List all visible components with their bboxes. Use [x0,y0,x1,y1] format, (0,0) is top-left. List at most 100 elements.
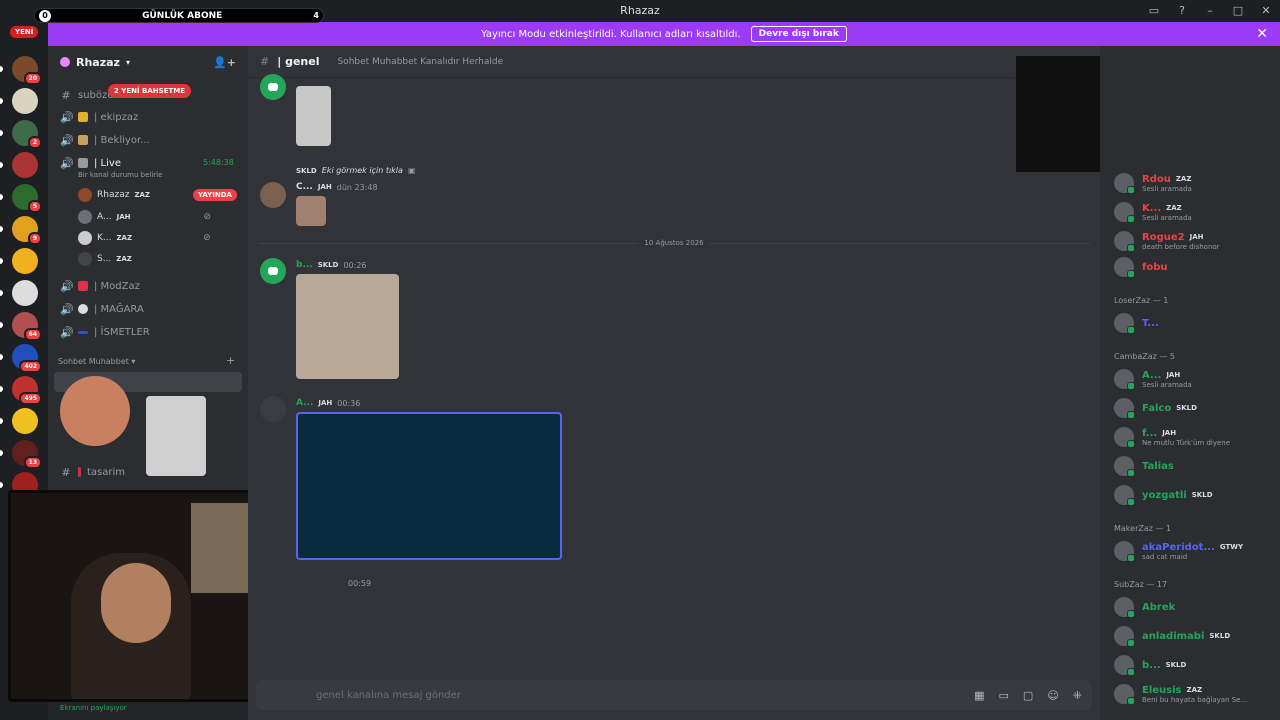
member-group-header: SubZaz — 17 [1114,580,1168,589]
member-name-row: Rdou ZAZ [1142,174,1192,185]
member-name-row: A... JAH [1142,370,1192,381]
member-text: b... SKLD [1142,660,1186,671]
member-name: Eleusis [1142,684,1182,696]
voice-member[interactable]: A... JAH ⊘ [78,208,211,226]
add-channel-icon[interactable]: + [226,354,235,367]
close-window-icon[interactable]: ✕ [1252,0,1280,22]
voice-member[interactable]: K... ZAZ ⊘ [78,229,211,247]
member-item[interactable]: fobu [1114,254,1274,280]
gift-icon[interactable]: ▦ [974,689,984,702]
server-icon[interactable]: 495 [12,376,42,405]
notice-text: Yayıncı Modu etkinleştirildi. Kullanıcı … [481,28,741,40]
minimize-icon[interactable]: – [1196,0,1224,22]
server-icon[interactable] [12,248,38,274]
jar-image[interactable] [296,86,331,146]
member-text: akaPeridot... GTWY sad cat maid [1142,542,1243,561]
avatar[interactable] [260,74,286,100]
member-name: fobu [1142,261,1168,273]
server-icon[interactable]: 13 [12,440,42,469]
cat-image[interactable] [296,274,399,379]
username[interactable]: b... [296,260,313,270]
apps-icon[interactable]: ⁜ [1073,689,1082,702]
avatar[interactable] [260,182,286,208]
maximize-icon[interactable]: □ [1224,0,1252,22]
sticker-icon[interactable]: ▢ [1023,689,1033,702]
channel-live[interactable]: 🔊 | Live [60,154,121,172]
channel-tasarim[interactable]: # tasarim [60,463,125,481]
member-item[interactable]: Rogue2 JAH death before dishonor [1114,228,1274,254]
channel-name: | genel [277,55,320,68]
server-icon [60,57,70,67]
avatar [1114,456,1135,477]
server-icon[interactable] [12,408,38,434]
member-name: Rdou [1142,173,1171,185]
member-name: yozgatli [1142,489,1187,501]
channel-ismetler[interactable]: 🔊 | İSMETLER [60,323,150,341]
channel-topic[interactable]: Sohbet Muhabbet Kanalıdır Herhalde [337,57,503,67]
avatar[interactable] [260,258,286,284]
goal-target: 4 [313,11,319,20]
server-header[interactable]: Rhazaz ▾ 👤+ [48,46,248,78]
reply-reference[interactable]: SKLD Eki görmek için tıkla ▣ [296,166,416,175]
channel-bekliyor[interactable]: 🔊 | Bekliyor... [60,131,150,149]
inbox-icon[interactable]: ▭ [1140,0,1168,22]
message-meta: C... JAH dün 23:48 [296,182,378,192]
server-icon[interactable]: 402 [12,344,42,373]
username[interactable]: C... [296,182,313,192]
server-icon[interactable]: 5 [12,184,42,213]
notice-close-icon[interactable]: ✕ [1256,26,1268,42]
member-item[interactable]: Eleusis ZAZ Beni bu hayata bağlayan Se... [1114,681,1274,707]
server-icon[interactable]: 2 [12,120,42,149]
channel-modzaz[interactable]: 🔊 | ModZaz [60,277,140,295]
avatar [78,252,92,266]
member-name-row: Rogue2 JAH [1142,232,1220,243]
member-item[interactable]: A... JAH Sesli aramada [1114,366,1274,392]
member-item[interactable]: Talias [1114,453,1274,479]
user-tag: SKLD [317,261,339,269]
avatar [1114,313,1135,334]
member-item[interactable]: b... SKLD [1114,652,1274,678]
unread-pip [0,258,3,264]
goal-label: GÜNLÜK ABONE [142,10,223,21]
member-item[interactable]: akaPeridot... GTWY sad cat maid [1114,538,1274,564]
video-attachment[interactable] [296,412,562,560]
server-icon[interactable] [12,152,38,178]
member-item[interactable]: Rdou ZAZ Sesli aramada [1114,170,1274,196]
help-icon[interactable]: ? [1168,0,1196,22]
member-tag: ZAZ [116,255,132,263]
member-item[interactable]: yozgatli SKLD [1114,482,1274,508]
channel-magara[interactable]: 🔊 | MAĞARA [60,300,144,318]
member-item[interactable]: anladimabi SKLD [1114,623,1274,649]
server-icon[interactable]: 9 [12,216,42,245]
avatar [1114,597,1135,618]
username[interactable]: A... [296,398,313,408]
server-icon[interactable]: 20 [12,56,42,85]
member-item[interactable]: Falco SKLD [1114,395,1274,421]
live-badge: YAYINDA [193,189,237,201]
server-icon[interactable] [12,88,38,114]
member-item[interactable]: T... [1114,310,1274,336]
category-sohbet[interactable]: Sohbet Muhabbet ▾ [58,357,135,366]
member-item[interactable]: K... ZAZ Sesli aramada [1114,199,1274,225]
disable-button[interactable]: Devre dışı bırak [750,26,847,42]
unread-pip [0,482,3,488]
new-badge: YENİ [10,26,39,38]
member-text: Talias [1142,461,1179,472]
channel-suboze[interactable]: # suböze [60,86,113,104]
member-item[interactable]: Abrek [1114,594,1274,620]
server-icon[interactable]: 64 [12,312,42,341]
emoji-image[interactable] [296,196,326,226]
emoji-icon[interactable]: ☺ [1047,689,1058,702]
channel-status[interactable]: Bir kanal durumu belirle [78,171,162,179]
channel-ekipzaz[interactable]: 🔊 | ekipzaz [60,108,138,126]
add-member-icon[interactable]: 👤+ [213,56,236,69]
mention-pill[interactable]: 2 YENİ BAHSETME [108,84,192,98]
voice-member[interactable]: Rhazaz ZAZ YAYINDA [78,186,237,204]
avatar[interactable] [260,396,286,422]
voice-member[interactable]: S... ZAZ [78,250,132,268]
server-icon[interactable] [12,280,38,306]
emote-face-image [60,376,130,446]
message-composer[interactable]: genel kanalına mesaj gönder ▦ ▭ ▢ ☺ ⁜ [256,680,1092,710]
member-item[interactable]: f... JAH Ne mutlu Türk'üm diyene [1114,424,1274,450]
gif-icon[interactable]: ▭ [999,689,1009,702]
